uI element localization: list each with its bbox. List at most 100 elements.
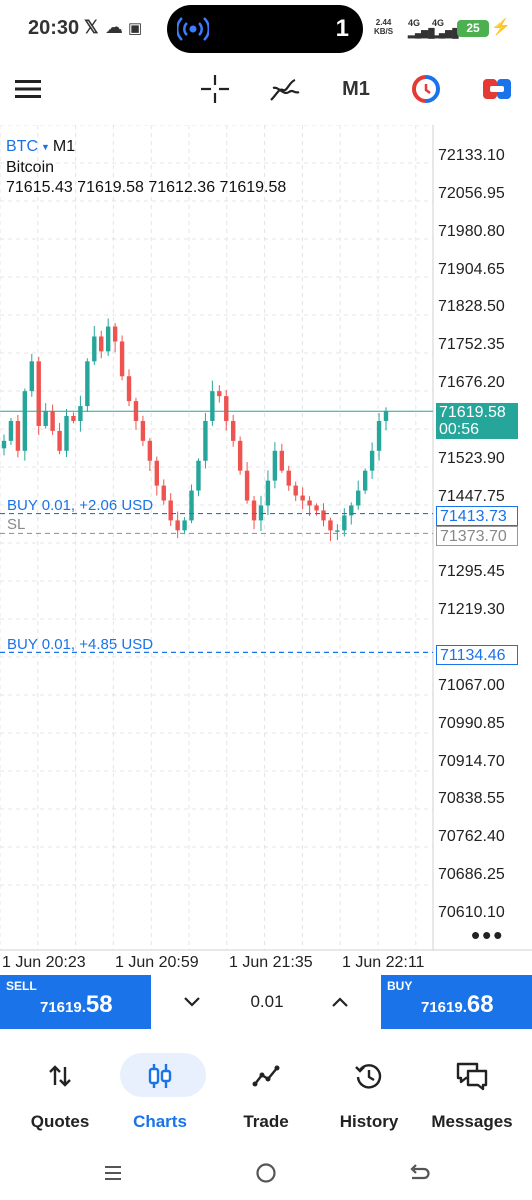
- dropdown-caret-icon: ▼: [41, 141, 50, 152]
- price-axis-label: 70838.55: [438, 790, 505, 808]
- candle-body: [36, 361, 41, 426]
- nav-quotes-label: Quotes: [30, 1112, 90, 1131]
- system-navigation-bar: [0, 1145, 532, 1200]
- history-icon: [319, 1054, 419, 1098]
- back-icon: [410, 1164, 430, 1180]
- order-line-label[interactable]: BUY 0.01, +2.06 USD: [7, 497, 153, 514]
- bottom-navigation: Quotes Charts Trade History Messages: [0, 1040, 532, 1135]
- candle-body: [8, 420, 14, 441]
- order-line-label[interactable]: BUY 0.01, +4.85 USD: [7, 636, 153, 653]
- buy-label: BUY: [387, 979, 413, 993]
- candle-body: [286, 470, 291, 486]
- network-type-2: 4G: [432, 18, 445, 28]
- crosshair-button[interactable]: [199, 71, 231, 107]
- network-type-1: 4G: [408, 18, 421, 28]
- nav-trade[interactable]: Trade: [216, 1050, 316, 1131]
- trade-icon: [216, 1054, 316, 1098]
- status-time: 20:30: [28, 17, 80, 39]
- candle-body: [78, 406, 83, 421]
- candle-body: [64, 416, 69, 451]
- candle-body: [231, 420, 236, 441]
- charging-icon: ⚡: [491, 19, 511, 36]
- sell-price-pips: 58: [85, 991, 113, 1018]
- candle-body: [321, 510, 326, 521]
- time-axis-label: 1 Jun 20:23: [2, 954, 86, 971]
- nav-quotes[interactable]: Quotes: [10, 1050, 110, 1131]
- chevron-down-icon: [184, 997, 200, 1007]
- stop-loss-label[interactable]: SL: [7, 516, 25, 533]
- candle-body: [168, 500, 173, 521]
- notification-count: 1: [335, 15, 349, 42]
- menu-button[interactable]: [12, 71, 44, 107]
- recent-apps-button[interactable]: [100, 1159, 126, 1187]
- candle-body: [224, 396, 229, 421]
- live-activity-pill[interactable]: 1: [167, 5, 363, 53]
- candle-body: [272, 450, 278, 481]
- candle-body: [251, 500, 257, 521]
- lot-decrease-button[interactable]: [172, 983, 212, 1021]
- chart-timeframe-label: M1: [52, 138, 76, 155]
- status-bar: 20:30 𝕏 ☁ ▣ 1 2.44 KB/S 4G ▂▄▆█ 4G ▂▄▆█ 25…: [0, 0, 532, 58]
- timeframe-button[interactable]: M1: [340, 71, 372, 107]
- candle-body: [119, 341, 125, 377]
- indicators-button[interactable]: [268, 71, 302, 107]
- signal-icon-2: 4G ▂▄▆█: [432, 18, 459, 38]
- chevron-up-icon: [332, 997, 348, 1007]
- crosshair-icon: [201, 75, 229, 103]
- candle-body: [1, 440, 7, 449]
- candle-body: [154, 460, 159, 486]
- price-axis-label: 72133.10: [438, 147, 505, 164]
- candle-body: [161, 485, 166, 501]
- battery-icon: 25: [457, 20, 489, 37]
- symbol-name: Bitcoin: [6, 159, 55, 176]
- price-axis-label: 71904.65: [438, 260, 505, 278]
- order-price-tag: 71413.73: [436, 506, 518, 526]
- buy-price: 71619.68: [421, 991, 494, 1019]
- price-axis-label: 70762.40: [438, 828, 505, 846]
- nav-messages[interactable]: Messages: [422, 1050, 522, 1131]
- more-options-icon[interactable]: •••: [471, 920, 504, 951]
- one-click-trading-button[interactable]: [410, 71, 442, 107]
- lot-size-input[interactable]: 0.01: [232, 992, 302, 1012]
- candle-body: [376, 420, 382, 451]
- candle-body: [140, 420, 146, 441]
- candle-body: [189, 490, 194, 521]
- charts-icon: [110, 1054, 210, 1098]
- price-axis-label: 71752.35: [438, 336, 505, 354]
- buy-button[interactable]: BUY 71619.68: [381, 975, 532, 1029]
- candle-body: [356, 490, 361, 506]
- indicators-icon: [270, 78, 300, 101]
- candle-body: [57, 430, 62, 451]
- time-axis-label: 1 Jun 22:11: [342, 954, 425, 971]
- candle-body: [362, 470, 368, 491]
- price-axis-label: 70686.25: [438, 866, 505, 884]
- sell-button[interactable]: SELL 71619.58: [0, 975, 151, 1029]
- candle-body: [307, 500, 312, 506]
- back-button[interactable]: [406, 1159, 432, 1187]
- chart-symbol-selector[interactable]: BTC ▼ M1: [6, 138, 75, 156]
- candle-body: [175, 520, 180, 531]
- price-axis-label: 71067.00: [438, 676, 505, 694]
- candle-body: [43, 411, 48, 426]
- messages-icon: [422, 1054, 522, 1098]
- speed-value: 2.44: [375, 18, 392, 27]
- candle-body: [92, 336, 97, 362]
- chart-canvas[interactable]: [0, 125, 532, 975]
- price-chart[interactable]: BTC ▼ M1 Bitcoin 71615.43 71619.58 71612.3…: [0, 125, 532, 975]
- candle-body: [22, 391, 28, 451]
- candle-body: [369, 450, 375, 471]
- current-price-tag: 71619.58 00:56: [436, 403, 518, 439]
- candle-body: [217, 391, 222, 397]
- trade-panel-button[interactable]: [480, 71, 514, 107]
- price-axis-label: 71828.50: [438, 298, 505, 316]
- candle-body: [71, 416, 76, 421]
- nav-history[interactable]: History: [319, 1050, 419, 1131]
- candle-body: [314, 505, 319, 511]
- lot-increase-button[interactable]: [320, 983, 360, 1021]
- stop-loss-price-tag: 71373.70: [436, 526, 518, 546]
- nav-charts[interactable]: Charts: [110, 1050, 210, 1131]
- candle-body: [182, 520, 187, 531]
- candle-body: [147, 440, 153, 461]
- home-button[interactable]: [253, 1159, 279, 1187]
- price-axis-label: 71676.20: [438, 374, 505, 392]
